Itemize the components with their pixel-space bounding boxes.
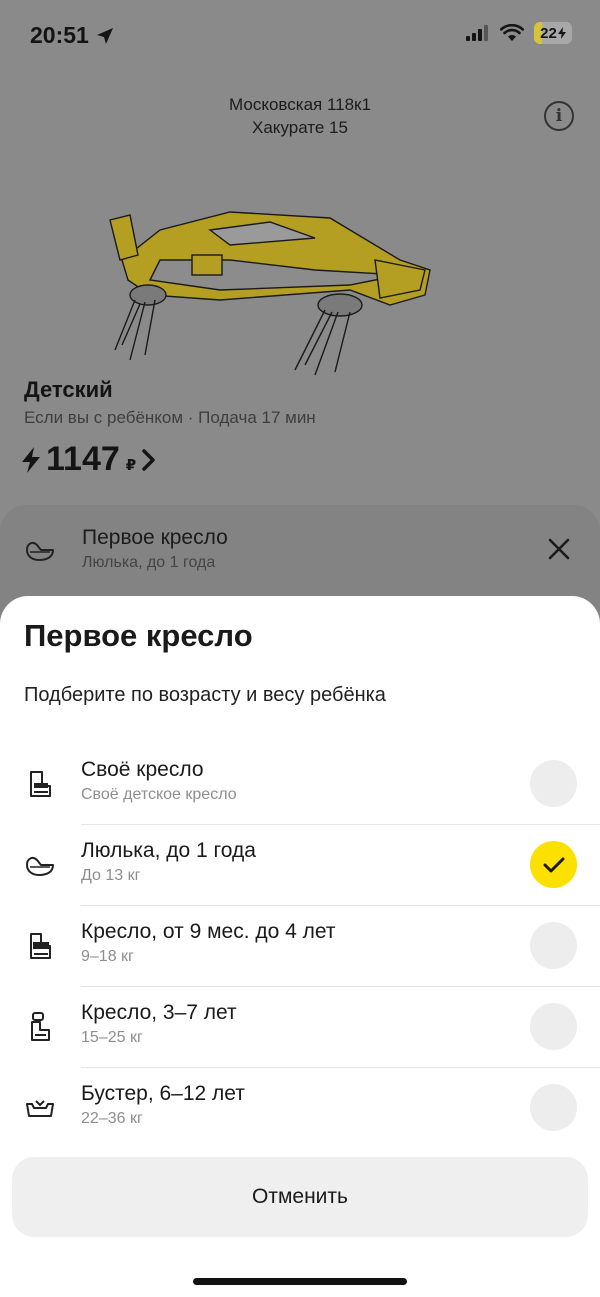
option-infant-carrier[interactable]: Люлька, до 1 года До 13 кг [0,825,600,906]
currency-symbol: ₽ [125,456,137,474]
status-time: 20:51 [30,22,115,49]
toddler-seat-icon [30,933,51,959]
option-radio-selected[interactable] [530,841,577,888]
price-value: 1147 [46,440,120,478]
option-subtitle: До 13 кг [81,867,141,884]
info-icon: i [555,106,563,126]
requirement-subtitle: Люлька, до 1 года [82,554,216,571]
tariff-name: Детский [24,377,113,402]
option-child-seat[interactable]: Кресло, 3–7 лет 15–25 кг [0,987,600,1068]
option-subtitle: 22–36 кг [81,1110,143,1127]
car-illustration [109,211,431,376]
cellular-signal-icon [466,25,488,41]
option-subtitle: 9–18 кг [81,948,134,965]
option-title: Кресло, от 9 мес. до 4 лет [81,920,336,943]
sheet-title: Первое кресло [24,618,253,653]
option-radio[interactable] [530,1084,577,1131]
wifi-icon [500,24,524,41]
sheet-subtitle: Подберите по возрасту и весу ребёнка [24,684,386,706]
option-radio[interactable] [530,922,577,969]
location-arrow-icon [96,27,113,44]
route-to: Хакурате 15 [252,118,348,137]
price-row[interactable]: 1147 ₽ [22,440,156,479]
own-seat-icon [30,771,51,797]
option-radio[interactable] [530,760,577,807]
child-seat-sheet: Первое кресло Подберите по возрасту и ве… [0,596,600,1297]
time-label: 20:51 [30,22,89,48]
child-seat-icon [31,1012,50,1041]
option-own-seat[interactable]: Своё кресло Своё детское кресло [0,744,600,825]
requirement-title: Первое кресло [82,526,228,549]
option-subtitle: 15–25 кг [81,1029,143,1046]
option-title: Бустер, 6–12 лет [81,1082,245,1105]
infant-carrier-icon [26,856,54,876]
option-title: Кресло, 3–7 лет [81,1001,237,1024]
cancel-button[interactable]: Отменить [12,1157,588,1237]
charging-bolt-icon [557,27,566,39]
battery-charging-icon: 22 [534,22,572,44]
option-booster-seat[interactable]: Бустер, 6–12 лет 22–36 кг [0,1068,600,1149]
tariff-subtitle: Если вы с ребёнком · Подача 17 мин [24,408,316,427]
status-icons: 22 [466,22,572,44]
infant-carrier-icon [26,541,54,561]
close-icon[interactable] [546,536,572,562]
info-button[interactable]: i [544,101,574,131]
status-bar: 20:51 22 [0,0,600,72]
booster-seat-icon [26,1100,54,1117]
option-title: Люлька, до 1 года [81,839,256,862]
option-subtitle: Своё детское кресло [81,786,237,803]
route-from: Московская 118к1 [229,95,371,114]
option-title: Своё кресло [81,758,204,781]
route-header[interactable]: Московская 118к1 Хакурате 15 [0,93,600,139]
home-indicator[interactable] [193,1278,407,1285]
lightning-icon [22,446,40,473]
battery-label: 22 [540,24,557,42]
option-toddler-seat[interactable]: Кресло, от 9 мес. до 4 лет 9–18 кг [0,906,600,987]
option-radio[interactable] [530,1003,577,1050]
checkmark-icon [543,857,564,872]
chevron-right-icon [142,448,155,471]
